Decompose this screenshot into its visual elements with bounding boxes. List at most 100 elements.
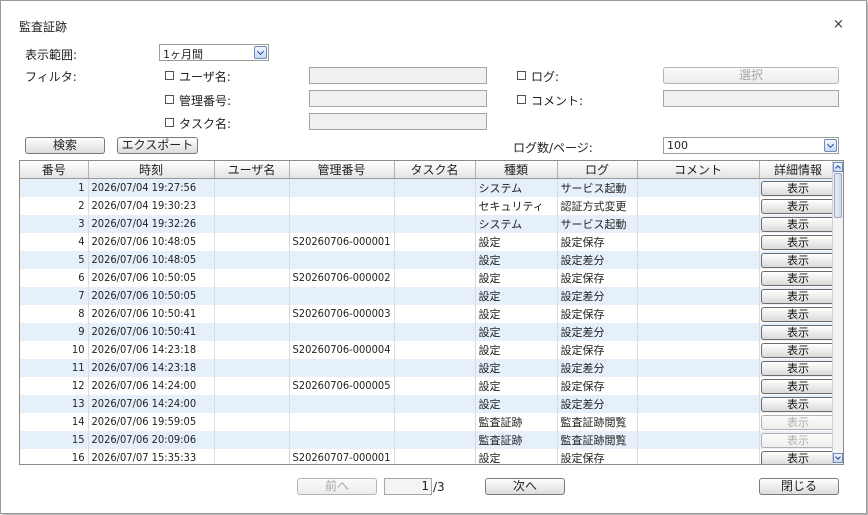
page-total: /3: [433, 480, 445, 494]
show-detail-button[interactable]: 表示: [761, 378, 835, 394]
next-page-button[interactable]: 次へ: [485, 478, 565, 495]
vertical-scrollbar[interactable]: [832, 161, 843, 464]
show-detail-button[interactable]: 表示: [761, 288, 835, 304]
table-row[interactable]: 15 2026/07/06 20:09:06 監査証跡 監査証跡閲覧 表示: [20, 430, 838, 449]
cell-task: [394, 412, 476, 431]
export-button[interactable]: エクスポート: [117, 137, 198, 154]
cell-no: 15: [20, 430, 89, 449]
cell-mgmt: [289, 178, 395, 197]
page-number-input[interactable]: 1: [384, 478, 432, 495]
cell-type: セキュリティ: [475, 196, 558, 215]
cell-task: [394, 178, 476, 197]
cell-log: サービス起動: [557, 178, 638, 197]
show-detail-button[interactable]: 表示: [761, 324, 835, 340]
cell-log: 設定差分: [557, 250, 638, 269]
range-select[interactable]: 1ヶ月間: [159, 44, 269, 61]
table-row[interactable]: 1 2026/07/04 19:27:56 システム サービス起動 表示: [20, 178, 838, 197]
table-row[interactable]: 2 2026/07/04 19:30:23 セキュリティ 認証方式変更 表示: [20, 196, 838, 215]
cell-time: 2026/07/06 10:50:05: [88, 268, 215, 287]
column-header[interactable]: 種類: [475, 161, 558, 179]
log-table: 番号 時刻 ユーザ名 管理番号 タスク名 種類 ログ コメント 詳細情報 1 2026/07/04…: [20, 161, 838, 464]
column-header[interactable]: タスク名: [394, 161, 476, 179]
table-row[interactable]: 9 2026/07/06 10:50:41 設定 設定差分 表示: [20, 322, 838, 341]
comment-checkbox[interactable]: [517, 95, 526, 104]
show-detail-button[interactable]: 表示: [761, 252, 835, 268]
cell-task: [394, 430, 476, 449]
cell-user: [214, 358, 290, 377]
cell-comment: [637, 178, 760, 197]
cell-log: 設定保存: [557, 304, 638, 323]
table-row[interactable]: 4 2026/07/06 10:48:05 S20260706-000001 設定 設定…: [20, 232, 838, 251]
mgmt-number-checkbox[interactable]: [165, 95, 174, 104]
per-page-select[interactable]: 100: [663, 137, 839, 154]
column-header[interactable]: ログ: [557, 161, 638, 179]
table-row[interactable]: 5 2026/07/06 10:48:05 設定 設定差分 表示: [20, 250, 838, 269]
table-row[interactable]: 6 2026/07/06 10:50:05 S20260706-000002 設定 設定…: [20, 268, 838, 287]
table-row[interactable]: 7 2026/07/06 10:50:05 設定 設定差分 表示: [20, 286, 838, 305]
table-row[interactable]: 3 2026/07/04 19:32:26 システム サービス起動 表示: [20, 214, 838, 233]
cell-log: 設定保存: [557, 268, 638, 287]
show-detail-button[interactable]: 表示: [761, 306, 835, 322]
column-header[interactable]: コメント: [637, 161, 760, 179]
cell-log: 設定保存: [557, 340, 638, 359]
cell-detail: 表示: [759, 448, 838, 464]
user-name-field[interactable]: [309, 67, 487, 84]
table-row[interactable]: 10 2026/07/06 14:23:18 S20260706-000004 設定設…: [20, 340, 838, 359]
prev-page-button[interactable]: 前へ: [297, 478, 377, 495]
table-row[interactable]: 16 2026/07/07 15:35:33 S20260707-000001 設定設…: [20, 448, 838, 464]
show-detail-button[interactable]: 表示: [761, 270, 835, 286]
table-row[interactable]: 12 2026/07/06 14:24:00 S20260706-000005 設定設…: [20, 376, 838, 395]
cell-user: [214, 178, 290, 197]
show-detail-button[interactable]: 表示: [761, 342, 835, 358]
show-detail-button[interactable]: 表示: [761, 198, 835, 214]
show-detail-button[interactable]: 表示: [761, 396, 835, 412]
show-detail-button[interactable]: 表示: [761, 216, 835, 232]
scroll-thumb[interactable]: [834, 173, 842, 218]
show-detail-button[interactable]: 表示: [761, 414, 835, 430]
scroll-up-icon[interactable]: [833, 162, 843, 172]
column-header[interactable]: 時刻: [88, 161, 215, 179]
column-header[interactable]: ユーザ名: [214, 161, 290, 179]
cell-detail: 表示: [759, 286, 838, 305]
column-header[interactable]: 詳細情報: [759, 161, 838, 179]
log-checkbox[interactable]: [517, 71, 526, 80]
cell-user: [214, 376, 290, 395]
scroll-down-icon[interactable]: [833, 453, 843, 463]
close-button[interactable]: 閉じる: [759, 478, 839, 495]
cell-detail: 表示: [759, 214, 838, 233]
cell-time: 2026/07/06 10:50:41: [88, 304, 215, 323]
log-select-button[interactable]: 選択: [663, 67, 839, 84]
cell-task: [394, 214, 476, 233]
cell-user: [214, 250, 290, 269]
mgmt-number-field[interactable]: [309, 90, 487, 107]
user-name-checkbox[interactable]: [165, 71, 174, 80]
comment-label: コメント:: [531, 94, 584, 108]
cell-mgmt: [289, 214, 395, 233]
table-row[interactable]: 11 2026/07/06 14:23:18 設定 設定差分 表示: [20, 358, 838, 377]
show-detail-button[interactable]: 表示: [761, 360, 835, 376]
cell-task: [394, 250, 476, 269]
task-name-checkbox[interactable]: [165, 118, 174, 127]
show-detail-button[interactable]: 表示: [761, 234, 835, 250]
comment-field[interactable]: [663, 90, 839, 107]
cell-task: [394, 322, 476, 341]
cell-no: 5: [20, 250, 89, 269]
table-row[interactable]: 14 2026/07/06 19:59:05 監査証跡 監査証跡閲覧 表示: [20, 412, 838, 431]
show-detail-button[interactable]: 表示: [761, 432, 835, 448]
task-name-field[interactable]: [309, 113, 487, 130]
show-detail-button[interactable]: 表示: [761, 450, 835, 464]
close-icon[interactable]: ×: [833, 17, 844, 32]
column-header[interactable]: 管理番号: [289, 161, 395, 179]
cell-log: 監査証跡閲覧: [557, 412, 638, 431]
cell-comment: [637, 250, 760, 269]
cell-mgmt: [289, 394, 395, 413]
column-header[interactable]: 番号: [20, 161, 89, 179]
cell-user: [214, 196, 290, 215]
show-detail-button[interactable]: 表示: [761, 180, 835, 196]
table-row[interactable]: 8 2026/07/06 10:50:41 S20260706-000003 設定 設定…: [20, 304, 838, 323]
cell-detail: 表示: [759, 250, 838, 269]
search-button[interactable]: 検索: [25, 137, 105, 154]
cell-user: [214, 394, 290, 413]
table-row[interactable]: 13 2026/07/06 14:24:00 設定 設定差分 表示: [20, 394, 838, 413]
cell-no: 6: [20, 268, 89, 287]
